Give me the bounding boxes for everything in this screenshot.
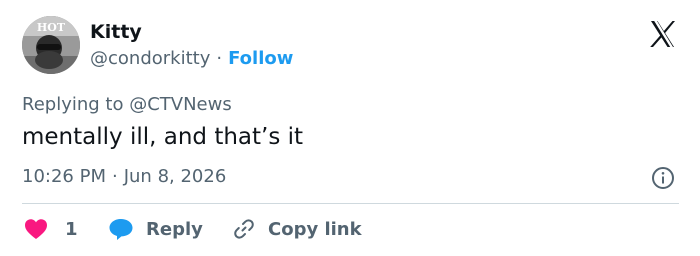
author-name[interactable]: Kitty bbox=[90, 21, 142, 43]
x-logo-icon[interactable] bbox=[644, 16, 680, 52]
copy-link-button[interactable]: Copy link bbox=[232, 214, 362, 244]
reply-label: Reply bbox=[146, 218, 203, 240]
copy-link-label: Copy link bbox=[268, 218, 362, 240]
reply-button[interactable]: Reply bbox=[108, 214, 203, 244]
author-handle-line: @condorkitty · Follow bbox=[90, 48, 293, 69]
tweet-date: Jun 8, 2026 bbox=[123, 166, 227, 187]
like-button[interactable]: 1 bbox=[24, 214, 78, 244]
action-bar: 1 Reply Copy link bbox=[22, 214, 682, 244]
info-icon[interactable] bbox=[651, 166, 675, 190]
handle-separator: · bbox=[216, 48, 223, 69]
speech-bubble-icon bbox=[108, 217, 134, 241]
reply-context: Replying to @CTVNews bbox=[22, 94, 232, 115]
timestamp-separator: · bbox=[111, 166, 118, 187]
heart-icon bbox=[24, 218, 48, 240]
divider bbox=[22, 203, 679, 204]
tweet-time: 10:26 PM bbox=[22, 166, 106, 187]
avatar-image: HOT bbox=[22, 16, 80, 74]
author-handle[interactable]: @condorkitty bbox=[90, 48, 210, 69]
tweet-text: mentally ill, and that’s it bbox=[22, 124, 304, 150]
like-count: 1 bbox=[65, 218, 78, 240]
svg-text:HOT: HOT bbox=[37, 21, 66, 34]
link-icon bbox=[232, 217, 256, 241]
reply-prefix: Replying to bbox=[22, 94, 124, 115]
follow-button[interactable]: Follow bbox=[228, 48, 293, 69]
tweet-card: HOT Kitty @condorkitty · Follow Replying t… bbox=[0, 0, 700, 256]
avatar[interactable]: HOT bbox=[22, 16, 80, 74]
reply-mention-link[interactable]: @CTVNews bbox=[129, 94, 232, 115]
tweet-timestamp[interactable]: 10:26 PM · Jun 8, 2026 bbox=[22, 166, 226, 187]
